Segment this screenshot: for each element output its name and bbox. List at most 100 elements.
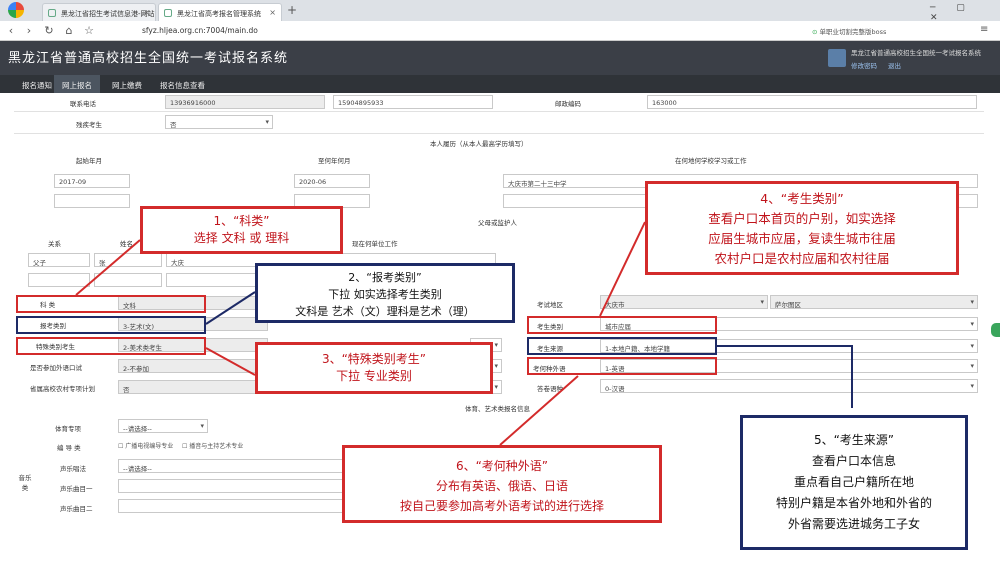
callout-language-line1: 6、“考何种外语” bbox=[455, 459, 549, 473]
callout-language: 6、“考何种外语” 分布有英语、俄语、日语 按自己要参加高考外语考试的进行选择 bbox=[342, 445, 662, 523]
vocational-select[interactable]: 否 bbox=[118, 380, 268, 394]
school-label: 在何地何学校学习或工作 bbox=[675, 157, 747, 165]
highlight-student-type bbox=[527, 316, 717, 334]
start-date-input-2[interactable] bbox=[54, 194, 130, 208]
callout-special-type-line2: 下拉 专业类别 bbox=[336, 369, 412, 383]
callout-student-type: 4、“考生类别” 查看户口本首页的户别，如实选择 应届生城市应届，复读生城市往届… bbox=[645, 181, 959, 275]
tab-registration[interactable]: 黑龙江省高考报名管理系统 × bbox=[158, 3, 282, 21]
highlight-source bbox=[527, 337, 717, 355]
relation-label: 关系 bbox=[48, 240, 61, 248]
address-bar: ‹ › ↻ ⌂ ☆ sfyz.hljea.org.cn:7004/main.do… bbox=[0, 21, 1000, 41]
oral-exam-label: 是否参加外语口试 bbox=[30, 364, 82, 372]
district-select[interactable]: 萨尔图区 bbox=[770, 295, 978, 309]
director-option-2-label: 播音与主持艺术专业 bbox=[189, 443, 244, 450]
callout-source-line3: 重点看自己户籍所在地 bbox=[793, 475, 914, 489]
director-option-1[interactable]: ☐ 广播电视编导专业 bbox=[118, 441, 173, 450]
exam-region-select[interactable]: 大庆市 bbox=[600, 295, 768, 309]
callout-language-line2: 分布有英语、俄语、日语 bbox=[435, 479, 568, 493]
scroll-handle[interactable] bbox=[991, 323, 1000, 337]
close-icon[interactable]: × bbox=[143, 8, 150, 17]
divider bbox=[14, 111, 984, 112]
callout-exam-type: 2、“报考类别” 下拉 如实选择考生类别 文科是 艺术（文）理科是艺术（理） bbox=[255, 263, 515, 323]
director-option-2[interactable]: ☐ 播音与主持艺术专业 bbox=[182, 441, 243, 450]
end-date-label: 至何年何月 bbox=[318, 157, 351, 165]
sports-select[interactable]: --请选择-- bbox=[118, 419, 208, 433]
contact-phone-input-2[interactable]: 15904895933 bbox=[333, 95, 493, 109]
callout-exam-type-line3: 文科是 艺术（文）理科是艺术（理） bbox=[295, 305, 475, 318]
callout-source-line5: 外省需要选进城务工子女 bbox=[787, 517, 920, 531]
contact-phone-label: 联系电话 bbox=[70, 100, 96, 108]
arts-title: 体育、艺术类报名信息 bbox=[465, 405, 530, 413]
disabled-label: 残疾考生 bbox=[76, 121, 102, 129]
sports-label: 体育专项 bbox=[55, 425, 81, 433]
music-label: 音乐类 bbox=[18, 474, 32, 492]
new-tab-button[interactable]: + bbox=[287, 3, 297, 17]
browser-logo-icon[interactable] bbox=[8, 2, 24, 18]
logout-link[interactable]: 退出 bbox=[888, 60, 901, 70]
window-controls[interactable]: ─ ▢ ✕ bbox=[930, 3, 1000, 23]
divider bbox=[14, 133, 984, 134]
work-unit-label: 现在何单位工作 bbox=[352, 240, 398, 248]
nav-online-register[interactable]: 网上报名 bbox=[54, 75, 100, 93]
change-password-link[interactable]: 修改密码 bbox=[851, 60, 877, 70]
close-icon[interactable]: × bbox=[269, 8, 276, 17]
tab-label: 黑龙江省招生考试信息港-网站… bbox=[61, 10, 156, 18]
guardian-name-input-2[interactable] bbox=[94, 273, 162, 287]
callout-subject-line1: 1、“科类” bbox=[213, 214, 270, 228]
callout-exam-type-line2: 下拉 如实选择考生类别 bbox=[328, 288, 442, 301]
system-header: 黑龙江省普通高校招生全国统一考试报名系统 黑龙江省普通高校招生全国统一考试报名系… bbox=[0, 41, 1000, 75]
tab-exam-info[interactable]: 黑龙江省招生考试信息港-网站… × bbox=[42, 3, 156, 21]
browser-tab-bar: 黑龙江省招生考试信息港-网站… × 黑龙江省高考报名管理系统 × + ─ ▢ ✕ bbox=[0, 0, 1000, 23]
start-date-input[interactable]: 2017-09 bbox=[54, 174, 130, 188]
relation-input[interactable]: 父子 bbox=[28, 253, 90, 267]
star-icon[interactable]: ☆ bbox=[82, 24, 96, 37]
vocal-label: 声乐唱法 bbox=[60, 465, 86, 473]
nav-online-payment[interactable]: 网上缴费 bbox=[104, 75, 150, 93]
relation-input-2[interactable] bbox=[28, 273, 90, 287]
forward-icon[interactable]: › bbox=[22, 24, 36, 37]
url-field[interactable]: sfyz.hljea.org.cn:7004/main.do bbox=[130, 23, 770, 38]
song2-label: 声乐曲目二 bbox=[60, 505, 93, 513]
callout-student-type-line4: 农村户口是农村应届和农村往届 bbox=[714, 251, 890, 266]
home-icon[interactable]: ⌂ bbox=[62, 24, 76, 37]
callout-source-line4: 特别户籍是本省外地和外省的 bbox=[775, 496, 932, 510]
nav-view-info[interactable]: 报名信息查看 bbox=[152, 75, 213, 93]
exam-region-label: 考试地区 bbox=[537, 301, 563, 309]
back-icon[interactable]: ‹ bbox=[4, 24, 18, 37]
song1-label: 声乐曲目一 bbox=[60, 485, 93, 493]
director-label: 编 导 类 bbox=[57, 444, 81, 452]
guardian-title: 父母或监护人 bbox=[478, 219, 517, 227]
contact-phone-input-1[interactable]: 13936916000 bbox=[165, 95, 325, 109]
guardian-name-input[interactable]: 张 bbox=[94, 253, 162, 267]
disabled-select[interactable]: 否 bbox=[165, 115, 273, 129]
search-box[interactable]: ⊙ 单职业切割完整版boss bbox=[812, 24, 952, 38]
highlight-exam-type bbox=[16, 316, 206, 334]
main-nav: 报名通知 网上报名 网上缴费 报名信息查看 bbox=[0, 75, 1000, 93]
callout-source: 5、“考生来源” 查看户口本信息 重点看自己户籍所在地 特别户籍是本省外地和外省… bbox=[740, 415, 968, 550]
page-icon bbox=[164, 9, 172, 17]
vocational-label: 省属高校农村专项计划 bbox=[30, 385, 95, 393]
callout-source-line1: 5、“考生来源” bbox=[813, 433, 895, 447]
tab-label: 黑龙江省高考报名管理系统 bbox=[177, 10, 261, 18]
start-date-label: 起始年月 bbox=[76, 157, 102, 165]
answer-language-select[interactable]: 0-汉语 bbox=[600, 379, 978, 393]
callout-special-type-line1: 3、“特殊类别考生” bbox=[321, 352, 427, 366]
menu-icon[interactable]: ≡ bbox=[980, 24, 988, 35]
callout-special-type: 3、“特殊类别考生” 下拉 专业类别 bbox=[255, 342, 493, 394]
url-text: sfyz.hljea.org.cn:7004/main.do bbox=[142, 26, 258, 35]
callout-student-type-line2: 查看户口本首页的户别，如实选择 bbox=[708, 211, 896, 226]
highlight-subject bbox=[16, 295, 206, 313]
director-option-1-label: 广播电视编导专业 bbox=[125, 443, 174, 450]
oral-exam-select[interactable]: 2-不参加 bbox=[118, 359, 268, 373]
guardian-name-label: 姓名 bbox=[120, 240, 133, 248]
resume-title: 本人履历（从本人最高学历填写） bbox=[430, 140, 528, 148]
end-date-input[interactable]: 2020-06 bbox=[294, 174, 370, 188]
reload-icon[interactable]: ↻ bbox=[42, 24, 56, 37]
highlight-language bbox=[527, 357, 717, 375]
user-name: 黑龙江省普通高校招生全国统一考试报名系统 bbox=[851, 49, 981, 57]
callout-subject-line2: 选择 文科 或 理科 bbox=[193, 231, 290, 245]
callout-student-type-line1: 4、“考生类别” bbox=[760, 191, 844, 206]
callout-source-line2: 查看户口本信息 bbox=[811, 454, 896, 468]
callout-student-type-line3: 应届生城市应届，复读生城市往届 bbox=[708, 231, 896, 246]
postal-code-input[interactable]: 163000 bbox=[647, 95, 977, 109]
